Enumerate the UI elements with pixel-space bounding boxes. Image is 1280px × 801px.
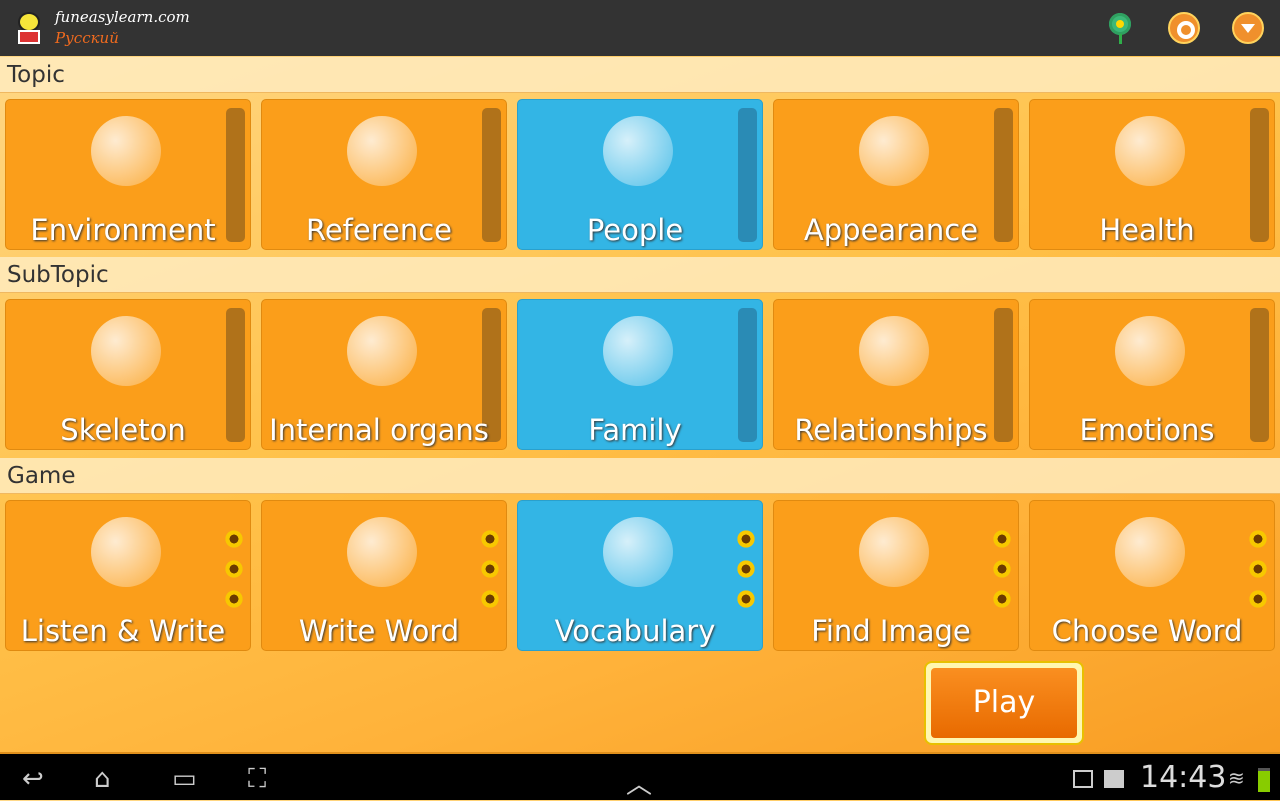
tile-label: Choose Word (1051, 614, 1243, 648)
screenshot-icon[interactable]: ⛶ (248, 764, 266, 795)
shield-caduceus-icon (1090, 106, 1210, 221)
tile-label: Health (1099, 213, 1195, 247)
books-icon (578, 507, 698, 622)
tile-label: Listen & Write (20, 614, 226, 648)
skull-icon (66, 306, 186, 421)
globe-person-icon (578, 106, 698, 221)
tile-find-image[interactable]: Find Image (773, 500, 1019, 651)
heart-icon (322, 306, 442, 421)
flower-rating-icon (224, 559, 244, 579)
wifi-icon: ≋ (1228, 766, 1245, 790)
tile-label: Find Image (811, 614, 971, 648)
flower-rating-icon (1248, 589, 1268, 609)
flower-rating-icon (480, 589, 500, 609)
tile-label: Environment (30, 213, 216, 247)
tile-people[interactable]: People (517, 99, 763, 250)
tile-label: Internal organs (269, 413, 489, 447)
tile-health[interactable]: Health (1029, 99, 1275, 250)
site-name: funeasylearn.com (55, 8, 190, 26)
gallery-notification-icon (1073, 770, 1093, 788)
back-icon[interactable]: ↩ (22, 764, 44, 794)
tile-vocabulary[interactable]: Vocabulary (517, 500, 763, 651)
flower-rating-icon (1248, 529, 1268, 549)
flower-rating-icon (992, 589, 1012, 609)
tile-emotions[interactable]: Emotions (1029, 299, 1275, 450)
section-header-game: Game (0, 458, 1280, 494)
tile-label: People (586, 213, 684, 247)
section-header-subtopic: SubTopic (0, 257, 1280, 293)
flower-rating-icon (224, 529, 244, 549)
section-header-topic: Topic (0, 57, 1280, 93)
settings-gear-icon[interactable] (1168, 12, 1200, 44)
app-header: funeasylearn.com Русский (0, 0, 1280, 56)
w-letter-icon (1090, 507, 1210, 622)
tile-skeleton[interactable]: Skeleton (5, 299, 251, 450)
flower-rating-icon (480, 529, 500, 549)
tile-label: Family (588, 413, 682, 447)
tile-reference[interactable]: Reference (261, 99, 507, 250)
photos-icon (834, 507, 954, 622)
tile-environment[interactable]: Environment (5, 99, 251, 250)
family-icon (578, 306, 698, 421)
tile-label: Skeleton (60, 413, 186, 447)
system-nav-bar: ↩ ⌂ ▭ ⛶ ︿ 14:43 ≋ (0, 752, 1280, 800)
dropdown-menu-icon[interactable] (1232, 12, 1264, 44)
tile-relationships[interactable]: Relationships (773, 299, 1019, 450)
play-button[interactable]: Play (924, 661, 1084, 745)
store-notification-icon (1104, 770, 1124, 788)
suit-man-icon (834, 106, 954, 221)
language-label: Русский (55, 29, 119, 47)
weather-icon (66, 106, 186, 221)
play-label: Play (931, 668, 1077, 738)
tile-listen-write[interactable]: Listen & Write (5, 500, 251, 651)
flower-rating-icon (480, 559, 500, 579)
tile-label: Reference (305, 213, 453, 247)
letter-pen-icon (322, 507, 442, 622)
flower-rating-icon (1248, 559, 1268, 579)
smiley-icon (1090, 306, 1210, 421)
flower-rating-icon (224, 589, 244, 609)
clock: 14:43 (1140, 760, 1227, 795)
tile-family[interactable]: Family (517, 299, 763, 450)
flower-rating-icon (736, 589, 756, 609)
flower-icon[interactable] (1105, 12, 1137, 44)
tile-label: Write Word (298, 614, 460, 648)
flower-rating-icon (736, 529, 756, 549)
tile-label: Emotions (1079, 413, 1215, 447)
tile-label: Appearance (803, 213, 979, 247)
tile-internal-organs[interactable]: Internal organs (261, 299, 507, 450)
flower-rating-icon (992, 559, 1012, 579)
flower-rating-icon (992, 529, 1012, 549)
couple-icon (834, 306, 954, 421)
magnifier-icon (322, 106, 442, 221)
recent-apps-icon[interactable]: ▭ (172, 764, 197, 794)
tile-label: Relationships (794, 413, 988, 447)
tile-choose-word[interactable]: Choose Word (1029, 500, 1275, 651)
chevron-up-icon[interactable]: ︿ (626, 764, 652, 801)
flower-rating-icon (736, 559, 756, 579)
home-icon[interactable]: ⌂ (94, 764, 111, 794)
battery-icon (1258, 768, 1270, 792)
tile-write-word[interactable]: Write Word (261, 500, 507, 651)
bee-logo-icon (12, 6, 46, 50)
chalkboard-icon (66, 507, 186, 622)
tile-label: Vocabulary (554, 614, 716, 648)
tile-appearance[interactable]: Appearance (773, 99, 1019, 250)
